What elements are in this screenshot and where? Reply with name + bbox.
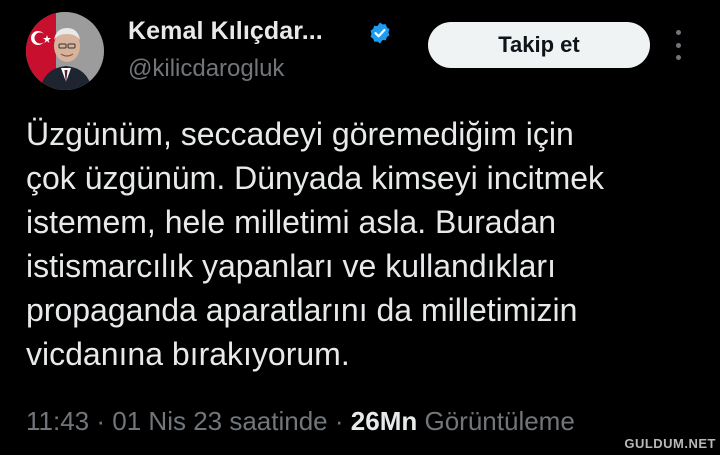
tweet-time[interactable]: 11:43 xyxy=(26,406,89,436)
more-dot xyxy=(675,30,681,35)
follow-button[interactable]: Takip et xyxy=(428,22,650,68)
author-handle[interactable]: @kilicdarogluk xyxy=(128,55,284,83)
tweet-text-line: Üzgünüm, seccadeyi göremediğim için xyxy=(26,116,574,152)
tweet-text-line: istismarcılık yapanları ve kullandıkları xyxy=(26,248,556,284)
tweet-text-line: vicdanına bırakıyorum. xyxy=(26,336,350,372)
avatar[interactable] xyxy=(26,12,104,90)
views-label: Görüntüleme xyxy=(424,406,575,436)
more-vertical-icon[interactable] xyxy=(670,30,686,60)
avatar-image xyxy=(26,12,104,90)
views-count[interactable]: 26Mn xyxy=(351,406,417,436)
tweet-date[interactable]: 01 Nis 23 saatinde xyxy=(112,406,327,436)
meta-separator: · xyxy=(96,406,106,436)
tweet-meta: 11:43 · 01 Nis 23 saatinde · 26Mn Görünt… xyxy=(26,406,575,437)
more-dot xyxy=(675,42,681,48)
tweet-text-line: çok üzgünüm. Dünyada kimseyi incitmek xyxy=(26,160,605,196)
tweet-text-line: istemem, hele milletimi asla. Buradan xyxy=(26,204,556,240)
tweet-text-line: propaganda aparatlarını da milletimizin xyxy=(26,292,578,328)
meta-separator: · xyxy=(334,406,344,436)
tweet-text: Üzgünüm, seccadeyi göremediğim için çok … xyxy=(26,112,716,376)
more-dot xyxy=(675,55,681,60)
watermark: GULDUM.NET xyxy=(624,436,716,451)
author-display-name[interactable]: Kemal Kılıçdar... xyxy=(128,17,323,46)
verified-badge-icon xyxy=(370,22,390,44)
